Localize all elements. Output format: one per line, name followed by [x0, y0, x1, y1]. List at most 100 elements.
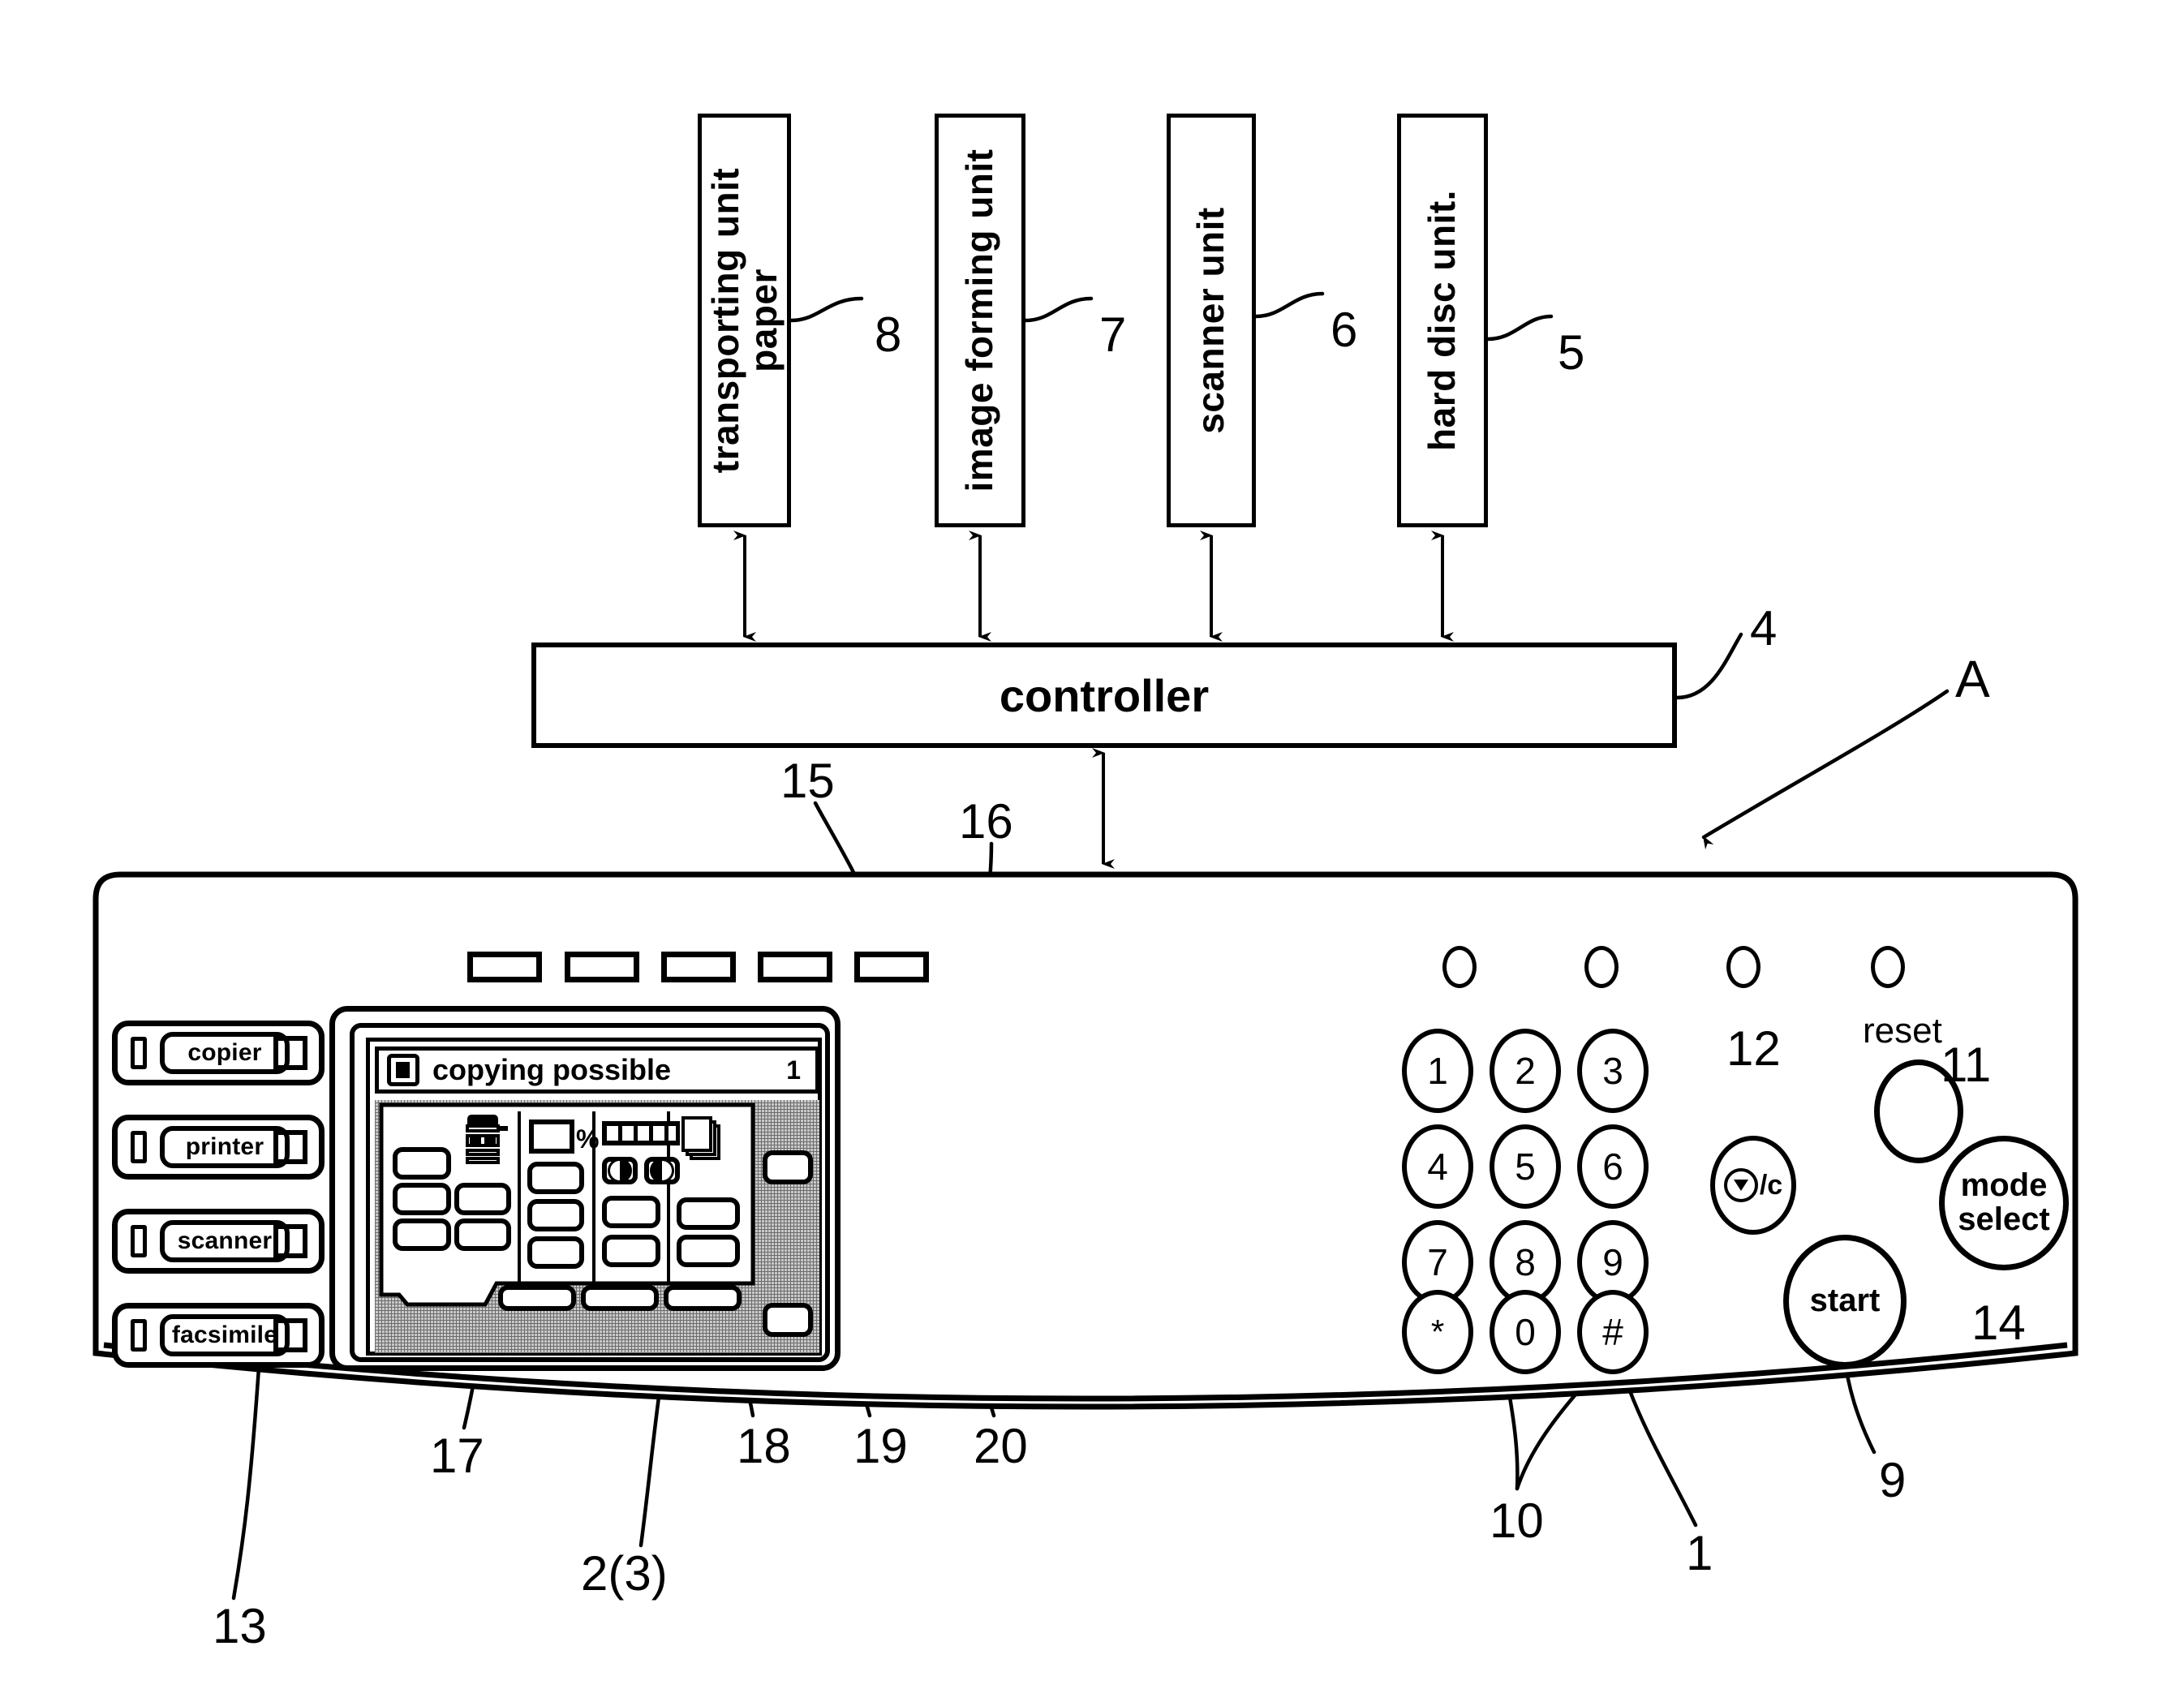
key-4[interactable]: 4 [1402, 1124, 1473, 1209]
indicator-bar-5[interactable] [854, 952, 929, 982]
numeral-12: 12 [1726, 1021, 1781, 1076]
key-0[interactable]: 0 [1490, 1290, 1561, 1374]
printer-led-icon [131, 1131, 147, 1163]
lcd-button-right-2[interactable] [763, 1303, 813, 1337]
mode-select-label: mode select [1958, 1167, 2050, 1237]
numeral-11: 11 [1941, 1038, 1992, 1092]
lcd-button-paper-5[interactable] [454, 1218, 511, 1251]
panel-outline [92, 871, 2079, 1410]
copier-pill: copier [160, 1032, 290, 1074]
numeral-19: 19 [853, 1419, 908, 1473]
clear-key-label: /c [1759, 1169, 1783, 1201]
mode-key-printer[interactable]: printer [112, 1115, 325, 1180]
key-6[interactable]: 6 [1577, 1124, 1649, 1209]
mode-key-label-copier: copier [187, 1039, 262, 1066]
triangle-icon [1723, 1168, 1758, 1202]
numeral-18: 18 [737, 1419, 791, 1473]
document-icon [387, 1054, 419, 1086]
key-3[interactable]: 3 [1577, 1029, 1649, 1113]
start-key[interactable]: start [1783, 1235, 1907, 1368]
numeral-16: 16 [959, 794, 1013, 849]
copier-square-icon [273, 1036, 307, 1070]
reset-label: reset [1863, 1011, 1942, 1051]
numeral-13: 13 [213, 1599, 267, 1653]
lcd-button-lighter[interactable] [602, 1157, 638, 1184]
paper-stack-icon [681, 1116, 724, 1163]
facsimile-led-icon [131, 1319, 147, 1352]
numeral-9: 9 [1879, 1453, 1907, 1507]
density-cell-5 [669, 1126, 676, 1141]
lcd-button-finish-2[interactable] [677, 1235, 740, 1267]
lcd-button-density-2[interactable] [602, 1235, 660, 1267]
copier-led-icon [131, 1037, 147, 1069]
indicator-bar-2[interactable] [565, 952, 639, 982]
lcd-density-scale [602, 1121, 680, 1145]
lcd-button-paper-2[interactable] [393, 1183, 451, 1215]
lcd-status-text: copying possible [432, 1053, 672, 1086]
lcd-screen[interactable]: copying possible 1 % [366, 1038, 822, 1356]
lcd-bezel-outer: copying possible 1 % [329, 1006, 840, 1371]
toner-icon [466, 1115, 508, 1167]
scanner-led-icon [131, 1225, 147, 1257]
mode-key-facsimile[interactable]: facsimile [112, 1303, 325, 1368]
numeral-14: 14 [1971, 1296, 2026, 1350]
key-asterisk[interactable]: * [1402, 1290, 1473, 1374]
scanner-pill: scanner [160, 1220, 290, 1262]
indicator-lamp-2[interactable] [1584, 946, 1619, 988]
mode-key-scanner[interactable]: scanner [112, 1209, 325, 1274]
figure-canvas: transporting unit paper image forming un… [0, 0, 2184, 1689]
lcd-copy-count: 1 [786, 1055, 801, 1085]
density-cell-1 [607, 1126, 618, 1141]
key-1[interactable]: 1 [1402, 1029, 1473, 1113]
scanner-square-icon [273, 1224, 307, 1258]
key-2[interactable]: 2 [1490, 1029, 1561, 1113]
lcd-button-paper-4[interactable] [393, 1218, 451, 1251]
lcd-button-finish-1[interactable] [677, 1197, 740, 1230]
mode-select-key[interactable]: mode select [1939, 1136, 2069, 1270]
lcd-button-zoom-2[interactable] [527, 1199, 584, 1231]
lcd-percent-sign: % [576, 1124, 600, 1154]
numeral-2-3: 2(3) [581, 1546, 668, 1601]
facsimile-square-icon [273, 1318, 307, 1352]
lcd-button-density-1[interactable] [602, 1196, 660, 1228]
indicator-lamp-4[interactable] [1871, 946, 1905, 988]
mode-key-label-printer: printer [185, 1133, 264, 1160]
clear-key-glyph: /c [1723, 1168, 1783, 1202]
lcd-button-right-1[interactable] [763, 1150, 813, 1184]
mode-key-copier[interactable]: copier [112, 1021, 325, 1085]
numeral-17: 17 [430, 1429, 484, 1483]
density-cell-4 [653, 1126, 664, 1141]
clear-key[interactable]: /c [1710, 1136, 1796, 1235]
start-label: start [1809, 1283, 1881, 1319]
density-cell-3 [638, 1126, 649, 1141]
indicator-bar-1[interactable] [467, 952, 542, 982]
indicator-lamp-1[interactable] [1442, 946, 1477, 988]
printer-square-icon [273, 1130, 307, 1164]
numeral-20: 20 [974, 1419, 1028, 1473]
lcd-zoom-value-box [529, 1120, 574, 1154]
lcd-button-zoom-1[interactable] [527, 1162, 584, 1194]
lcd-button-zoom-3[interactable] [527, 1236, 584, 1269]
numeral-15: 15 [780, 754, 835, 808]
indicator-bar-3[interactable] [661, 952, 736, 982]
facsimile-pill: facsimile [160, 1314, 290, 1356]
printer-pill: printer [160, 1126, 290, 1168]
lcd-tab-2[interactable] [581, 1285, 659, 1311]
indicator-bar-4[interactable] [758, 952, 832, 982]
lcd-bezel-inner: copying possible 1 % [350, 1023, 830, 1362]
key-hash[interactable]: # [1577, 1290, 1649, 1374]
lcd-button-paper-3[interactable] [454, 1183, 511, 1215]
lcd-tab-1[interactable] [498, 1285, 576, 1311]
lcd-button-paper-1[interactable] [393, 1147, 451, 1180]
lcd-status-bar: copying possible 1 [375, 1046, 819, 1094]
lcd-button-darker[interactable] [644, 1157, 680, 1184]
lcd-tab-3[interactable] [664, 1285, 742, 1311]
numeral-10: 10 [1490, 1493, 1544, 1548]
key-5[interactable]: 5 [1490, 1124, 1561, 1209]
lcd-content-area: % [375, 1100, 819, 1353]
density-cell-2 [622, 1126, 634, 1141]
operation-panel: copier printer scanner facsimile copying… [96, 875, 2075, 1394]
lcd-divider-1 [518, 1111, 521, 1283]
indicator-lamp-3[interactable] [1726, 946, 1761, 988]
numeral-1: 1 [1686, 1526, 1713, 1580]
